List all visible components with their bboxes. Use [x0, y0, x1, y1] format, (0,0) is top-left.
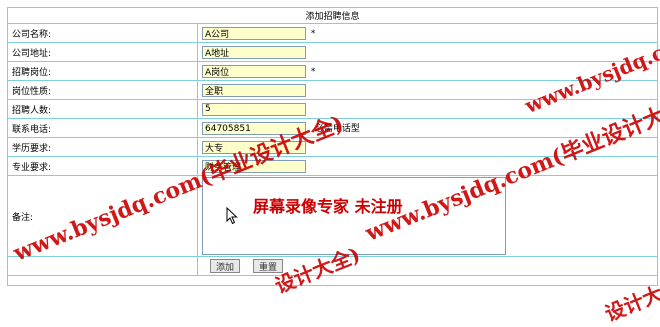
- major-label: 专业要求:: [7, 156, 198, 176]
- position-label: 招聘岗位:: [7, 61, 198, 81]
- education-input[interactable]: [202, 140, 306, 154]
- headcount-input[interactable]: [202, 102, 306, 116]
- company-address-label: 公司地址:: [7, 42, 198, 62]
- required-mark: *: [310, 28, 316, 39]
- position-input[interactable]: [202, 64, 306, 78]
- button-row-spacer: [7, 256, 198, 276]
- required-mark: *: [310, 66, 316, 77]
- company-name-label: 公司名称:: [7, 23, 198, 43]
- add-button[interactable]: 添加: [210, 259, 241, 273]
- phone-label: 联系电话:: [7, 118, 198, 138]
- position-type-label: 岗位性质:: [7, 80, 198, 100]
- mouse-cursor-icon: [226, 207, 238, 225]
- education-label: 学历要求:: [7, 137, 198, 157]
- position-type-input[interactable]: [202, 83, 306, 97]
- notes-label: 备注:: [7, 175, 198, 257]
- recorder-watermark: 屏幕录像专家 未注册: [253, 197, 403, 216]
- major-input[interactable]: [202, 159, 306, 173]
- form-title: 添加招聘信息: [7, 7, 658, 24]
- phone-hint: 必需电话型: [314, 124, 360, 134]
- reset-button[interactable]: 重置: [253, 259, 284, 273]
- footer-row: [7, 275, 658, 286]
- job-posting-form: 添加招聘信息 公司名称: * 公司地址: 招聘岗位: * 岗位性质: 招聘人数:…: [7, 7, 658, 286]
- phone-input[interactable]: [202, 122, 306, 135]
- headcount-label: 招聘人数:: [7, 99, 198, 119]
- company-address-input[interactable]: [202, 45, 306, 59]
- company-name-input[interactable]: [202, 26, 306, 40]
